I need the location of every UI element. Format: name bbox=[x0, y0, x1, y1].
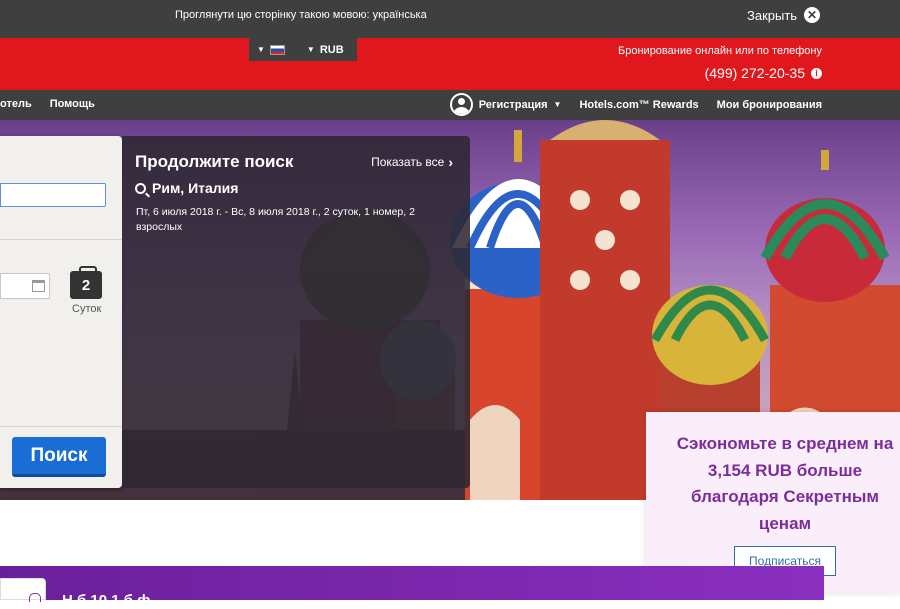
banner-text: Н б 10 1 б ф bbox=[62, 592, 151, 609]
divider bbox=[0, 239, 122, 240]
user-avatar-icon bbox=[449, 93, 473, 116]
search-button[interactable]: Поиск bbox=[12, 437, 106, 477]
calendar-icon[interactable] bbox=[32, 280, 45, 292]
continue-search-panel: Продолжите поиск Показать все › Рим, Ита… bbox=[122, 136, 470, 488]
booking-info-text: Бронирование онлайн или по телефону bbox=[618, 45, 822, 57]
recent-search-details[interactable]: Пт, 6 июля 2018 г. - Вс, 8 июля 2018 г.,… bbox=[136, 205, 446, 235]
language-suggestion-text[interactable]: Проглянути цю сторінку такою мовою: укра… bbox=[175, 9, 427, 21]
chevron-down-icon: ▼ bbox=[257, 45, 265, 54]
recent-search-city[interactable]: Рим, Италия bbox=[135, 180, 238, 196]
show-all-link[interactable]: Показать все › bbox=[371, 154, 453, 170]
checkin-date-input[interactable] bbox=[0, 273, 50, 299]
show-all-label[interactable]: Показать все bbox=[371, 155, 444, 169]
nights-count: 2 bbox=[81, 276, 91, 294]
site-header: ▼ ▼ RUB Бронирование онлайн или по телеф… bbox=[0, 38, 900, 90]
info-icon[interactable]: i bbox=[811, 67, 822, 79]
close-banner-button[interactable]: Закрыть ✕ bbox=[747, 7, 821, 23]
register-menu[interactable]: Регистрация ▼ bbox=[449, 93, 562, 116]
main-nav: отель Помощь Регистрация ▼ Hotels.com™ R… bbox=[0, 90, 900, 120]
language-dropdown[interactable]: ▼ bbox=[257, 44, 285, 55]
chevron-right-icon[interactable]: › bbox=[448, 154, 453, 170]
recent-search-city-label[interactable]: Рим, Италия bbox=[152, 180, 238, 196]
register-label: Регистрация bbox=[478, 98, 548, 111]
chevron-down-icon: ▼ bbox=[306, 45, 315, 54]
rewards-link[interactable]: Hotels.com™ Rewards bbox=[579, 99, 698, 111]
locale-selector: ▼ ▼ RUB bbox=[249, 38, 357, 61]
nav-item-hotel[interactable]: отель bbox=[0, 98, 32, 110]
divider bbox=[0, 426, 122, 427]
phone-number[interactable]: (499) 272-20-35 i bbox=[705, 65, 822, 81]
nav-left: отель Помощь bbox=[0, 98, 95, 110]
continue-search-title: Продолжите поиск bbox=[135, 152, 294, 171]
chevron-down-icon: ▼ bbox=[553, 100, 562, 109]
nav-right: Регистрация ▼ Hotels.com™ Rewards Мои бр… bbox=[449, 93, 822, 116]
phone-number-text[interactable]: (499) 272-20-35 bbox=[705, 65, 805, 81]
currency-label: RUB bbox=[319, 43, 344, 56]
search-icon bbox=[135, 182, 146, 194]
nights-icon: 2 bbox=[70, 266, 102, 299]
nights-label: Суток bbox=[72, 303, 102, 315]
my-bookings-link[interactable]: Мои бронирования bbox=[717, 99, 822, 111]
close-label[interactable]: Закрыть bbox=[747, 8, 797, 23]
promo-text: Сэкономьте в среднем на 3,154 RUB больше… bbox=[676, 434, 894, 533]
search-form: 2 Суток Поиск bbox=[0, 136, 122, 488]
currency-dropdown[interactable]: ▼ RUB bbox=[307, 44, 344, 56]
language-banner: Проглянути цю сторінку такою мовою: укра… bbox=[0, 0, 900, 38]
destination-input[interactable] bbox=[0, 183, 106, 207]
russia-flag-icon bbox=[269, 44, 285, 55]
close-icon[interactable]: ✕ bbox=[804, 7, 821, 23]
banner-badge-icon bbox=[0, 578, 46, 602]
nav-item-help[interactable]: Помощь bbox=[50, 98, 95, 110]
rewards-banner[interactable]: Н б 10 1 б ф bbox=[0, 566, 824, 609]
